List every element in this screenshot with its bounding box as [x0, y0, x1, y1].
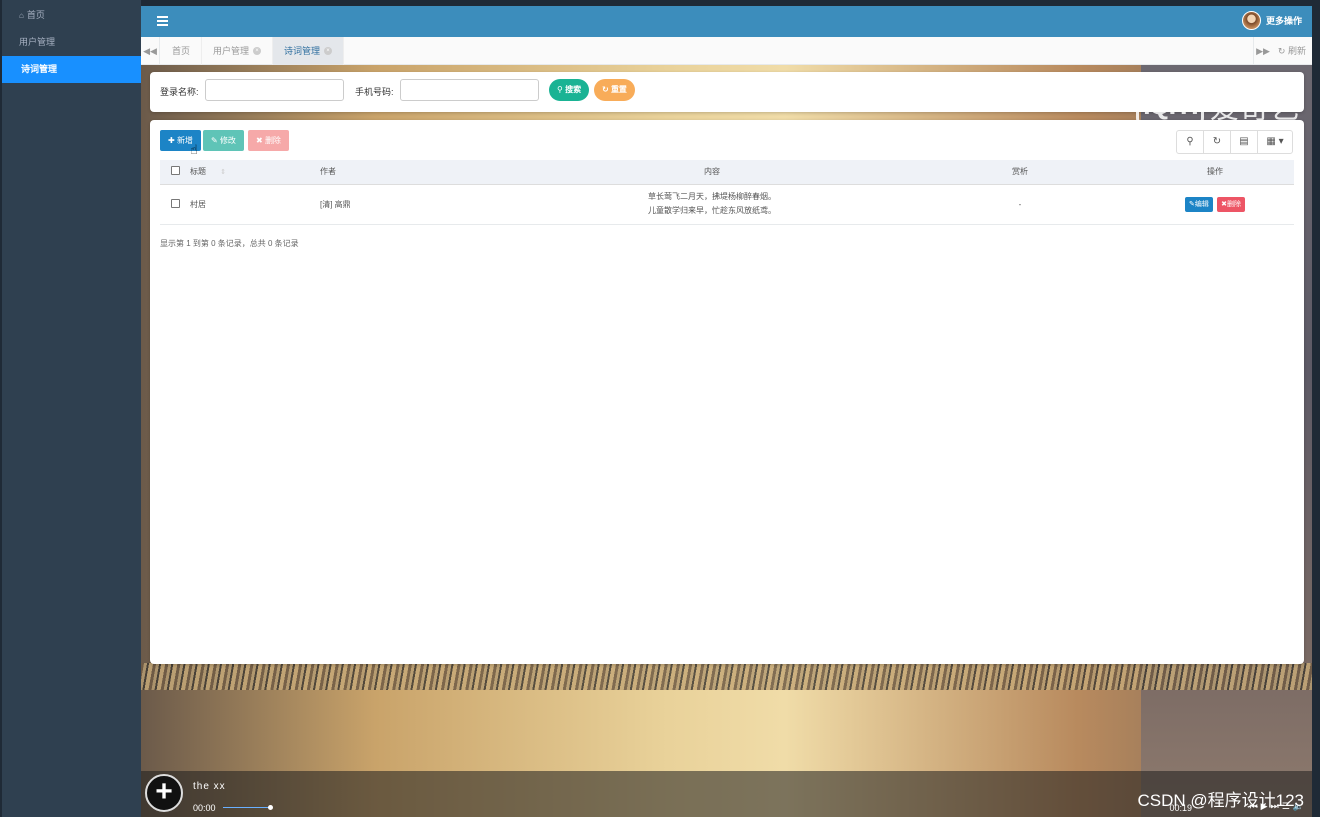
- row-edit-label: 编辑: [1194, 200, 1209, 208]
- sidebar-item-poems[interactable]: 诗词管理: [2, 56, 141, 83]
- edit-button-label: 修改: [219, 136, 236, 145]
- content-cell: 草长莺飞二月天，拂堤杨柳醉春烟。 儿童散学归来早，忙趁东风放纸鸢。: [520, 184, 904, 225]
- column-header-label: 操作: [1207, 167, 1223, 177]
- search-icon: ⚲: [557, 85, 563, 94]
- search-form: 登录名称: 手机号码: ⚲ 搜索 ↻ 重置: [150, 72, 1304, 112]
- content-line: 草长莺飞二月天，拂堤杨柳醉春烟。: [648, 192, 776, 201]
- appreciation-cell: -: [904, 184, 1136, 225]
- refresh-button[interactable]: ↻ 刷新: [1278, 37, 1306, 65]
- refresh-icon: ↻: [602, 85, 609, 94]
- user-menu[interactable]: 更多操作: [1241, 11, 1302, 30]
- column-header-appreciation: 赏析: [904, 160, 1136, 185]
- column-header-actions: 操作: [1136, 160, 1294, 185]
- phone-input[interactable]: [400, 79, 539, 101]
- title-cell: 村居: [190, 184, 320, 225]
- tab-poems[interactable]: 诗词管理 ×: [273, 37, 345, 65]
- tab-scroll-left-icon[interactable]: ◀◀: [141, 37, 160, 65]
- login-name-input[interactable]: [205, 79, 344, 101]
- tab-bar: ◀◀ 首页 用户管理 × 诗词管理 × ▶▶ ↻ 刷新: [141, 37, 1312, 65]
- row-select-cell: [160, 184, 190, 225]
- close-icon[interactable]: ×: [253, 47, 262, 55]
- tab-label: 首页: [172, 46, 191, 56]
- tab-label: 诗词管理: [284, 46, 321, 56]
- column-header-label: 赏析: [1012, 167, 1028, 177]
- track-title: the xx: [193, 781, 226, 792]
- hamburger-menu-icon[interactable]: [157, 14, 168, 28]
- delete-button-label: 删除: [264, 136, 281, 145]
- row-edit-button[interactable]: ✎编辑: [1185, 196, 1213, 212]
- row-checkbox[interactable]: [170, 198, 180, 208]
- progress-knob[interactable]: [268, 805, 273, 810]
- mouse-pointer-icon: ☝: [190, 142, 198, 157]
- edit-button[interactable]: ✎ 修改: [203, 130, 244, 151]
- column-header-label: 作者: [320, 167, 336, 177]
- column-header-label: 内容: [704, 167, 720, 177]
- music-player: + the xx 00:00 00:19 ⏮ ▶ ⏭ ☰ 🔈: [141, 771, 1312, 817]
- search-button-label: 搜索: [565, 85, 582, 94]
- table-header-row: 标题 ⇕ 作者 内容 赏析 操作: [160, 160, 1294, 185]
- data-table: 标题 ⇕ 作者 内容 赏析 操作 村居 [清] 高鼎 草长莺飞二月天，拂堤杨柳醉…: [160, 160, 1294, 225]
- column-header-content: 内容: [520, 160, 904, 185]
- iqiyi-logo: iQIYI: [1136, 82, 1204, 128]
- sidebar: ⌂ 首页 用户管理 诗词管理: [2, 0, 141, 817]
- toggle-view-icon[interactable]: ▤: [1231, 131, 1258, 153]
- tab-list: 首页 用户管理 × 诗词管理 ×: [161, 37, 345, 65]
- column-header-label: 标题: [190, 167, 206, 177]
- content-line: 儿童散学归来早，忙趁东风放纸鸢。: [648, 206, 776, 215]
- tab-label: 用户管理: [213, 46, 250, 56]
- play-icon[interactable]: +: [145, 774, 183, 812]
- sort-icon[interactable]: ⇕: [220, 169, 226, 176]
- progress-bar[interactable]: [223, 807, 271, 808]
- columns-icon[interactable]: ▦ ▾: [1258, 131, 1292, 153]
- current-time: 00:00: [193, 803, 216, 813]
- refresh-label: 刷新: [1287, 46, 1306, 56]
- search-icon[interactable]: ⚲: [1177, 131, 1204, 153]
- search-button[interactable]: ⚲ 搜索: [549, 79, 590, 101]
- reset-button[interactable]: ↻ 重置: [594, 79, 635, 101]
- column-header-author: 作者: [320, 160, 520, 185]
- edit-icon: ✎: [211, 136, 218, 145]
- column-header-title[interactable]: 标题 ⇕: [190, 160, 320, 185]
- plus-icon: ✚: [168, 136, 175, 145]
- iqiyi-wordmark: 爱奇艺: [1209, 91, 1300, 126]
- sidebar-item-label: 诗词管理: [21, 64, 58, 74]
- sidebar-item-label: 用户管理: [19, 37, 56, 47]
- sidebar-item-label: 首页: [26, 10, 45, 20]
- login-name-label: 登录名称:: [160, 87, 199, 97]
- refresh-icon[interactable]: ↻: [1204, 131, 1231, 153]
- tab-users[interactable]: 用户管理 ×: [202, 37, 274, 65]
- iqiyi-watermark: iQIYI 爱奇艺: [1136, 82, 1300, 128]
- sidebar-item-home[interactable]: ⌂ 首页: [2, 2, 141, 29]
- table-tools: ⚲ ↻ ▤ ▦ ▾: [1176, 130, 1293, 154]
- avatar: [1241, 11, 1261, 30]
- delete-button[interactable]: ✖ 删除: [248, 130, 289, 151]
- select-all-cell: [160, 160, 190, 185]
- actions-cell: ✎编辑 ✖删除: [1136, 184, 1294, 225]
- phone-label: 手机号码:: [355, 87, 394, 97]
- home-icon: ⌂: [19, 11, 24, 20]
- tab-scroll-right-icon[interactable]: ▶▶: [1253, 37, 1272, 65]
- tab-home[interactable]: 首页: [161, 37, 203, 65]
- reset-button-label: 重置: [610, 85, 627, 94]
- sidebar-item-users[interactable]: 用户管理: [2, 29, 141, 56]
- pagination-info: 显示第 1 到第 0 条记录，总共 0 条记录: [160, 239, 299, 248]
- close-icon: ✖: [256, 136, 263, 145]
- author-cell: [清] 高鼎: [320, 184, 520, 225]
- row-delete-label: 删除: [1226, 200, 1241, 208]
- row-delete-button[interactable]: ✖删除: [1217, 196, 1245, 212]
- background-grass-strip: [141, 663, 1312, 690]
- table-panel: ✚ 新增 ☝ ✎ 修改 ✖ 删除 ⚲ ↻ ▤ ▦ ▾ 标题 ⇕ 作者 内容 赏析…: [150, 120, 1304, 664]
- top-navbar: 更多操作: [141, 6, 1312, 37]
- csdn-credit: CSDN @程序设计123: [1137, 791, 1304, 810]
- close-icon[interactable]: ×: [324, 47, 333, 55]
- more-actions-label: 更多操作: [1265, 16, 1302, 26]
- refresh-icon: ↻: [1277, 46, 1286, 56]
- select-all-checkbox[interactable]: [170, 166, 180, 176]
- table-row[interactable]: 村居 [清] 高鼎 草长莺飞二月天，拂堤杨柳醉春烟。 儿童散学归来早，忙趁东风放…: [160, 184, 1294, 225]
